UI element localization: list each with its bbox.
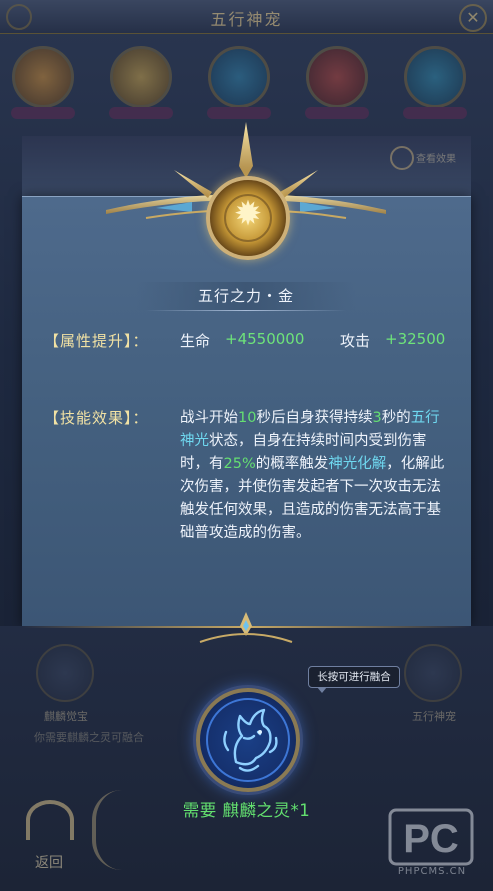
atk-stat-value: +32500 <box>385 330 446 348</box>
pet-avatar[interactable] <box>11 46 75 119</box>
pet-avatar-row <box>11 46 482 124</box>
background-tip: 你需要麒麟之灵可融合 <box>34 731 144 744</box>
side-right-label: 五行神宠 <box>412 710 456 723</box>
description-highlight: 3 <box>372 410 382 426</box>
fusion-tooltip: 长按可进行融合 <box>308 666 400 693</box>
side-right-icon <box>404 644 462 702</box>
background-titlebar: 五行神宠 ✕ <box>0 0 493 34</box>
watermark-logo-text: PC <box>403 817 459 861</box>
return-label: 返回 <box>35 855 63 871</box>
description-highlight: 10 <box>238 410 257 426</box>
hp-stat-value: +4550000 <box>225 330 305 348</box>
hp-stat-name: 生命 <box>180 332 211 350</box>
side-left-label: 麒麟觉宝 <box>44 710 88 723</box>
metal-element-emblem: ✹ <box>206 176 290 260</box>
description-highlight: 25% <box>223 456 256 472</box>
background-title: 五行神宠 <box>210 10 283 29</box>
skill-effect-label: 【技能效果】： <box>44 409 149 427</box>
sun-star-icon: ✹ <box>233 194 263 234</box>
attribute-label: 【属性提升】： <box>44 332 149 350</box>
watermark-logo-icon: PC <box>388 808 474 866</box>
pet-avatar[interactable] <box>305 46 369 119</box>
view-effect-label: 查看效果 <box>416 154 456 165</box>
side-left-icon <box>36 644 94 702</box>
pet-avatar[interactable] <box>207 46 271 119</box>
skill-title: 五行之力・金 <box>136 282 356 310</box>
title-divider <box>146 310 346 311</box>
description-text: 战斗开始 <box>180 410 238 426</box>
pet-avatar[interactable] <box>109 46 173 119</box>
skill-effect-description: 战斗开始10秒后自身获得持续3秒的五行神光状态，自身在持续时间内受到伤害时，有2… <box>180 407 446 545</box>
close-icon[interactable]: ✕ <box>459 4 487 32</box>
pet-avatar[interactable] <box>403 46 467 119</box>
description-text: 的概率触发 <box>255 456 329 472</box>
watermark-text: PHPCMS.CN <box>397 866 467 877</box>
description-text: 秒后自身获得持续 <box>256 410 373 426</box>
atk-stat-name: 攻击 <box>340 332 371 350</box>
divider-ornament-icon <box>199 612 293 643</box>
description-text: 秒的 <box>381 410 411 426</box>
fusion-button[interactable] <box>196 688 300 792</box>
description-highlight: 神光化解 <box>328 456 387 472</box>
qilin-icon <box>223 708 278 772</box>
